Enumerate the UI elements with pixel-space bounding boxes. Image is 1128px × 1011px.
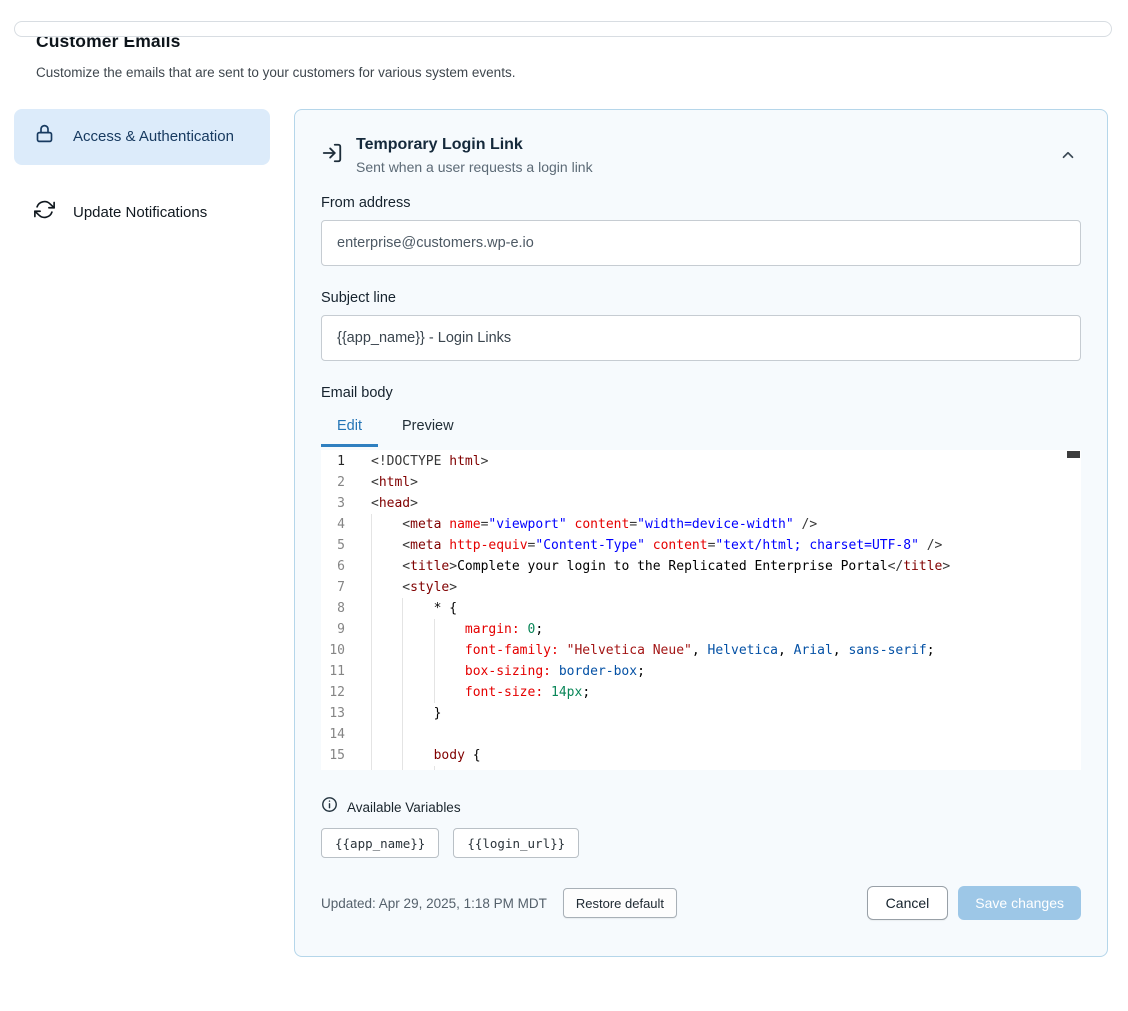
code-line[interactable]: margin: 0; [371, 619, 1081, 640]
chevron-up-icon [1059, 152, 1077, 167]
sidebar-item-update-notifications[interactable]: Update Notifications [14, 185, 270, 241]
login-icon [321, 142, 343, 169]
info-icon [321, 796, 338, 818]
line-number: 3 [321, 493, 345, 514]
cancel-button[interactable]: Cancel [867, 886, 949, 920]
editor-scrollbar-thumb[interactable] [1067, 451, 1080, 458]
subject-line-input[interactable] [321, 315, 1081, 361]
code-line[interactable]: background-color: #f8f8f8; [371, 766, 1081, 770]
page-header: Customer Emails Customize the emails tha… [36, 31, 1092, 80]
code-line[interactable]: } [371, 703, 1081, 724]
code-line[interactable]: <meta http-equiv="Content-Type" content=… [371, 535, 1081, 556]
line-number: 6 [321, 556, 345, 577]
updated-timestamp: Updated: Apr 29, 2025, 1:18 PM MDT [321, 896, 547, 911]
line-number: 14 [321, 724, 345, 745]
tab-preview[interactable]: Preview [386, 410, 470, 447]
sidebar-item-access-authentication[interactable]: Access & Authentication [14, 109, 270, 165]
panel-subtitle: Sent when a user requests a login link [356, 159, 1042, 175]
line-number: 1 [321, 451, 345, 472]
from-address-input[interactable] [321, 220, 1081, 266]
line-number: 11 [321, 661, 345, 682]
code-line[interactable]: <!DOCTYPE html> [371, 451, 1081, 472]
editor-tabs: Edit Preview [321, 410, 1081, 447]
email-body-label: Email body [321, 385, 1081, 401]
available-variables-label: Available Variables [347, 800, 461, 815]
code-line[interactable]: box-sizing: border-box; [371, 661, 1081, 682]
code-line[interactable]: <head> [371, 493, 1081, 514]
code-line[interactable]: * { [371, 598, 1081, 619]
line-number: 5 [321, 535, 345, 556]
line-number: 7 [321, 577, 345, 598]
from-address-label: From address [321, 195, 1081, 211]
restore-default-button[interactable]: Restore default [563, 888, 677, 918]
refresh-icon [34, 199, 55, 227]
collapse-button[interactable] [1055, 142, 1081, 171]
code-line[interactable]: font-family: "Helvetica Neue", Helvetica… [371, 640, 1081, 661]
editor-gutter: 12345678910111213141516 [321, 451, 345, 770]
code-line[interactable]: <title>Complete your login to the Replic… [371, 556, 1081, 577]
code-line[interactable]: <html> [371, 472, 1081, 493]
line-number: 16 [321, 766, 345, 770]
lock-icon [34, 123, 55, 151]
line-number: 10 [321, 640, 345, 661]
page-subtitle: Customize the emails that are sent to yo… [36, 65, 1092, 80]
subject-line-label: Subject line [321, 290, 1081, 306]
panel-title: Temporary Login Link [356, 136, 1042, 154]
code-line[interactable]: <style> [371, 577, 1081, 598]
variable-chip[interactable]: {{app_name}} [321, 828, 439, 858]
code-line[interactable] [371, 724, 1081, 745]
code-line[interactable]: font-size: 14px; [371, 682, 1081, 703]
variable-chip[interactable]: {{login_url}} [453, 828, 579, 858]
code-editor[interactable]: 12345678910111213141516 <!DOCTYPE html><… [321, 450, 1081, 770]
line-number: 9 [321, 619, 345, 640]
tab-edit[interactable]: Edit [321, 410, 378, 447]
panel-footer: Updated: Apr 29, 2025, 1:18 PM MDT Resto… [321, 886, 1081, 920]
code-line[interactable]: <meta name="viewport" content="width=dev… [371, 514, 1081, 535]
editor-code[interactable]: <!DOCTYPE html><html><head><meta name="v… [345, 451, 1081, 770]
line-number: 13 [321, 703, 345, 724]
email-template-panel: Temporary Login Link Sent when a user re… [294, 109, 1108, 957]
sidebar-item-label: Update Notifications [73, 202, 207, 224]
save-changes-button[interactable]: Save changes [958, 886, 1081, 920]
line-number: 4 [321, 514, 345, 535]
line-number: 2 [321, 472, 345, 493]
line-number: 12 [321, 682, 345, 703]
variable-chips: {{app_name}} {{login_url}} [321, 828, 1081, 858]
top-card-edge [14, 21, 1112, 37]
sidebar: Access & Authentication Update Notificat… [14, 109, 270, 241]
sidebar-item-label: Access & Authentication [73, 126, 234, 148]
panel-header: Temporary Login Link Sent when a user re… [321, 136, 1081, 175]
code-line[interactable]: body { [371, 745, 1081, 766]
line-number: 8 [321, 598, 345, 619]
line-number: 15 [321, 745, 345, 766]
